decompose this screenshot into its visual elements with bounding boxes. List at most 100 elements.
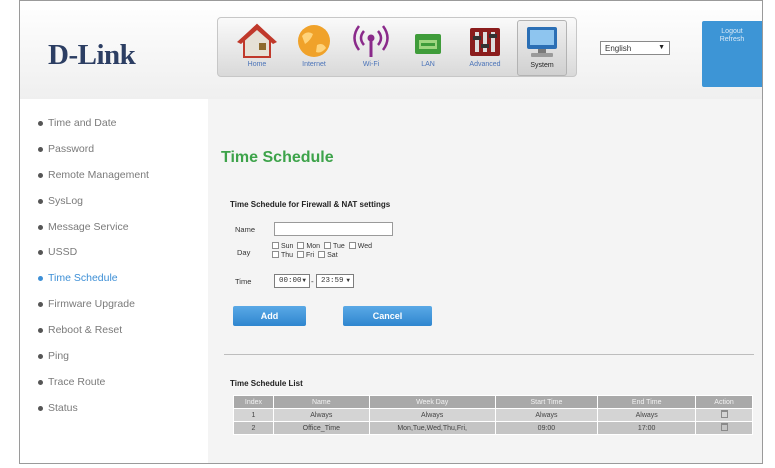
row-end-time: Always	[597, 408, 697, 422]
globe-icon	[298, 25, 330, 57]
day-sat[interactable]: Sat	[318, 251, 338, 260]
language-value: English	[605, 44, 632, 53]
row-start-time: 09:00	[494, 421, 599, 435]
day-sun-label: Sun	[281, 243, 294, 250]
row-name: Office_Time	[272, 421, 370, 435]
nav-internet-label: Internet	[302, 61, 326, 68]
row-action	[695, 421, 753, 435]
day-tue[interactable]: Tue	[324, 242, 345, 251]
day-tue-label: Tue	[333, 243, 345, 250]
day-wed-label: Wed	[357, 243, 373, 250]
checkbox-thu[interactable]	[272, 251, 279, 258]
divider	[224, 354, 754, 355]
time-label: Time	[235, 277, 252, 286]
checkbox-sun[interactable]	[272, 242, 279, 249]
sidebar-item-ussd[interactable]: USSD	[38, 246, 208, 272]
row-end-time: 17:00	[597, 421, 697, 435]
col-start-time: Start Time	[494, 395, 599, 409]
name-label: Name	[235, 225, 256, 234]
nav-home[interactable]: Home	[232, 20, 282, 76]
day-fri[interactable]: Fri	[297, 251, 314, 260]
checkbox-fri[interactable]	[297, 251, 305, 258]
checkbox-mon[interactable]	[297, 242, 305, 249]
nav-lan-label: LAN	[421, 61, 435, 68]
logout-panel: Logout Refresh	[702, 21, 762, 87]
sidebar-item-password[interactable]: Password	[38, 143, 208, 169]
sidebar-item-firmware-upgrade[interactable]: Firmware Upgrade	[38, 298, 208, 324]
day-mon[interactable]: Mon	[297, 242, 320, 251]
col-end-time: End Time	[597, 395, 697, 409]
nav-system-label: System	[530, 62, 554, 69]
nav-wifi-label: Wi-Fi	[362, 61, 380, 68]
nav-advanced[interactable]: Advanced	[460, 20, 510, 76]
start-time-value: 00:00	[279, 277, 302, 285]
sidebar-item-trace-route[interactable]: Trace Route	[38, 376, 208, 402]
checkbox-wed[interactable]	[348, 242, 356, 249]
cancel-button[interactable]: Cancel	[343, 306, 432, 326]
header: D-Link Home Internet Wi-Fi LAN Advanced …	[20, 1, 762, 99]
day-thu[interactable]: Thu	[272, 251, 293, 260]
system-icon	[527, 27, 557, 57]
row-week-day: Mon,Tue,Wed,Thu,Fri,	[368, 421, 496, 435]
row-week-day: Always	[368, 408, 496, 422]
col-name: Name	[272, 395, 370, 409]
day-checkboxes: Sun Mon Tue Wed Thu Fri Sat	[272, 242, 412, 260]
section-title: Time Schedule for Firewall & NAT setting…	[230, 200, 391, 209]
wifi-icon	[353, 25, 389, 57]
row-action	[695, 408, 753, 422]
language-select[interactable]: English ▼	[600, 41, 670, 55]
table-header-row: Index Name Week Day Start Time End Time …	[233, 395, 753, 409]
add-button[interactable]: Add	[233, 306, 306, 326]
day-wed[interactable]: Wed	[348, 242, 373, 251]
sidebar-item-message-service[interactable]: Message Service	[38, 221, 208, 247]
day-fri-label: Fri	[306, 252, 315, 259]
nav-system[interactable]: System	[517, 20, 567, 76]
nav-internet[interactable]: Internet	[289, 20, 339, 76]
checkbox-sat[interactable]	[318, 251, 326, 258]
sidebar-item-remote-management[interactable]: Remote Management	[38, 169, 208, 195]
trash-icon[interactable]	[720, 423, 728, 431]
refresh-link[interactable]: Refresh	[702, 36, 762, 43]
col-week-day: Week Day	[368, 395, 496, 409]
row-index: 1	[233, 408, 274, 422]
lan-icon	[415, 34, 441, 54]
nav-lan[interactable]: LAN	[403, 20, 453, 76]
row-name: Always	[272, 408, 370, 422]
sidebar-item-time-and-date[interactable]: Time and Date	[38, 117, 208, 143]
day-thu-label: Thu	[281, 252, 294, 259]
main-content: Time Schedule Time Schedule for Firewall…	[208, 99, 762, 463]
dlink-logo: D-Link	[48, 39, 136, 71]
chevron-down-icon: ▼	[658, 44, 665, 51]
nav-wifi[interactable]: Wi-Fi	[346, 20, 396, 76]
col-index: Index	[233, 395, 274, 409]
logout-link[interactable]: Logout	[702, 28, 762, 35]
day-label: Day	[237, 248, 251, 257]
day-mon-label: Mon	[306, 243, 321, 250]
advanced-icon	[470, 28, 500, 56]
end-time-select[interactable]: 23:59 ▼	[316, 274, 354, 288]
page-title: Time Schedule	[221, 149, 334, 166]
sidebar-item-ping[interactable]: Ping	[38, 350, 208, 376]
list-title: Time Schedule List	[230, 379, 303, 388]
chevron-down-icon: ▼	[346, 277, 350, 284]
name-input[interactable]	[274, 222, 393, 236]
schedule-table: Index Name Week Day Start Time End Time …	[233, 395, 753, 435]
row-index: 2	[233, 421, 274, 435]
app-frame: D-Link Home Internet Wi-Fi LAN Advanced …	[19, 0, 763, 464]
col-action: Action	[695, 395, 753, 409]
sidebar-item-syslog[interactable]: SysLog	[38, 195, 208, 221]
trash-icon[interactable]	[720, 410, 728, 418]
sidebar: Time and Date Password Remote Management…	[20, 99, 208, 463]
sidebar-item-reboot-reset[interactable]: Reboot & Reset	[38, 324, 208, 350]
day-sun[interactable]: Sun	[272, 242, 293, 251]
time-separator: -	[311, 277, 314, 286]
sidebar-item-status[interactable]: Status	[38, 402, 208, 428]
checkbox-tue[interactable]	[324, 242, 331, 249]
start-time-select[interactable]: 00:00 ▼	[274, 274, 310, 288]
day-sat-label: Sat	[327, 252, 338, 259]
main-nav: Home Internet Wi-Fi LAN Advanced System	[217, 17, 577, 77]
end-time-value: 23:59	[321, 277, 344, 285]
table-row: 1 Always Always Always Always	[233, 408, 753, 422]
table-row: 2 Office_Time Mon,Tue,Wed,Thu,Fri, 09:00…	[233, 421, 753, 435]
sidebar-item-time-schedule[interactable]: Time Schedule	[38, 272, 208, 298]
